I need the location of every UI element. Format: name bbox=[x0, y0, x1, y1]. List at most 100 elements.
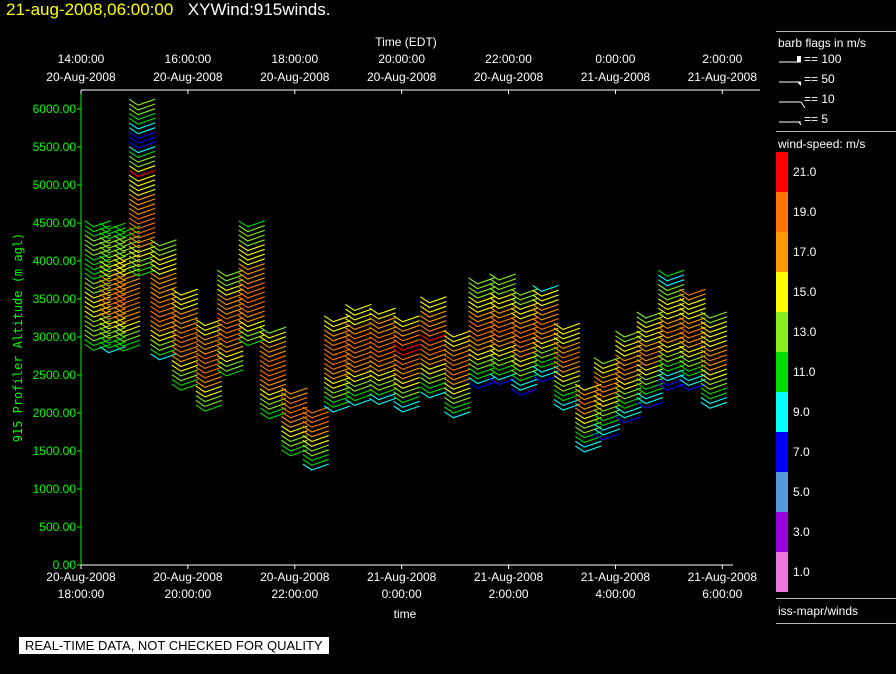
wind-barb bbox=[238, 244, 265, 252]
wind-barb bbox=[615, 415, 642, 424]
wind-barb bbox=[393, 372, 420, 380]
wind-barb bbox=[369, 374, 396, 382]
wind-barb bbox=[369, 336, 396, 344]
wind-barb bbox=[238, 234, 265, 242]
wind-barb bbox=[216, 355, 244, 363]
wind-barb bbox=[420, 348, 447, 356]
wind-barb bbox=[369, 378, 396, 387]
wind-barb bbox=[700, 387, 728, 395]
wind-barb bbox=[195, 399, 223, 408]
wind-barb bbox=[369, 307, 396, 315]
wind-barb bbox=[345, 351, 372, 359]
legend-divider-top bbox=[776, 31, 896, 32]
wind-barb bbox=[195, 376, 223, 384]
wind-barb bbox=[444, 363, 471, 371]
wind-barb bbox=[700, 401, 728, 409]
wind-barb bbox=[420, 343, 447, 351]
wind-barb bbox=[393, 315, 420, 323]
wind-barb bbox=[393, 362, 420, 370]
top-tick-label-time: 2:00:00 bbox=[702, 52, 742, 66]
wind-barb bbox=[615, 406, 642, 414]
wind-barb bbox=[393, 367, 420, 375]
wind-barb bbox=[393, 405, 420, 413]
wind-barb bbox=[302, 453, 329, 462]
top-tick-label-time: 18:00:00 bbox=[271, 52, 318, 66]
wind-barb bbox=[238, 320, 265, 328]
wind-barb bbox=[393, 400, 420, 408]
wind-barb bbox=[420, 315, 447, 323]
wind-barb bbox=[171, 383, 199, 391]
wind-barb bbox=[444, 406, 471, 414]
wind-barb bbox=[532, 308, 559, 316]
wind-barb bbox=[420, 324, 447, 332]
y-tick-label: 2500.00 bbox=[33, 368, 77, 382]
wind-barb bbox=[171, 355, 199, 363]
wind-barb bbox=[593, 423, 621, 431]
wind-barb bbox=[150, 272, 177, 280]
wind-barb bbox=[171, 298, 199, 306]
wind-barb bbox=[128, 155, 156, 163]
barb-legend-label: == 50 bbox=[804, 72, 835, 86]
wind-barb bbox=[128, 179, 156, 187]
wind-barb bbox=[532, 284, 559, 293]
x-tick-label-time: 4:00:00 bbox=[595, 587, 635, 601]
wind-barb bbox=[444, 368, 471, 376]
wind-barb bbox=[195, 371, 223, 379]
wind-barb bbox=[302, 449, 329, 457]
wind-barb bbox=[259, 383, 287, 391]
wind-barb bbox=[128, 127, 156, 135]
wind-barb bbox=[238, 315, 265, 323]
colorbar-swatch bbox=[776, 512, 788, 552]
wind-barb bbox=[259, 369, 287, 377]
wind-barb bbox=[238, 286, 265, 294]
wind-barb bbox=[345, 322, 372, 331]
wind-barb bbox=[444, 358, 471, 367]
wind-barb bbox=[444, 354, 471, 362]
wind-barb bbox=[171, 359, 199, 368]
wind-barb bbox=[259, 355, 287, 363]
wind-barb bbox=[128, 203, 156, 211]
y-tick-label: 1000.00 bbox=[33, 482, 77, 496]
wind-barb bbox=[84, 267, 111, 275]
wind-barb bbox=[150, 320, 177, 328]
wind-barb bbox=[238, 258, 265, 266]
wind-barb bbox=[369, 331, 396, 339]
wind-barb bbox=[128, 141, 156, 149]
colorbar-label: 5.0 bbox=[793, 485, 810, 499]
wind-barb bbox=[553, 403, 581, 411]
wind-barb bbox=[345, 346, 372, 354]
wind-barb bbox=[150, 277, 177, 285]
wind-barb bbox=[128, 122, 156, 130]
top-tick-label-date: 20-Aug-2008 bbox=[474, 70, 544, 84]
wind-barb bbox=[574, 431, 602, 439]
wind-barb bbox=[259, 326, 287, 334]
wind-barb bbox=[238, 310, 265, 318]
wind-barb bbox=[150, 267, 177, 275]
top-tick-label-date: 21-Aug-2008 bbox=[688, 70, 758, 84]
wind-barb bbox=[171, 350, 199, 358]
wind-barb bbox=[489, 282, 516, 291]
x-tick-label-time: 20:00:00 bbox=[165, 587, 212, 601]
wind-barb bbox=[195, 404, 223, 412]
wind-barb bbox=[369, 393, 396, 401]
wind-barb bbox=[532, 294, 559, 302]
wind-barb bbox=[345, 303, 372, 312]
wind-barb bbox=[259, 393, 287, 401]
wind-barb bbox=[369, 355, 396, 363]
x-tick-label-time: 2:00:00 bbox=[489, 587, 529, 601]
wind-barb bbox=[259, 378, 287, 387]
wind-barb bbox=[393, 358, 420, 366]
wind-barb bbox=[171, 336, 199, 344]
wind-barb bbox=[393, 391, 420, 399]
wind-barb bbox=[171, 378, 199, 387]
wind-barb bbox=[510, 378, 538, 387]
wind-barb bbox=[113, 306, 141, 314]
wind-barb bbox=[444, 335, 471, 343]
wind-barb bbox=[489, 273, 516, 281]
y-tick-label: 5500.00 bbox=[33, 140, 77, 154]
wind-barb bbox=[259, 412, 287, 420]
wind-barb bbox=[444, 373, 471, 381]
wind-barb bbox=[369, 388, 396, 396]
wind-barb bbox=[393, 320, 420, 328]
wind-barb bbox=[84, 263, 111, 271]
